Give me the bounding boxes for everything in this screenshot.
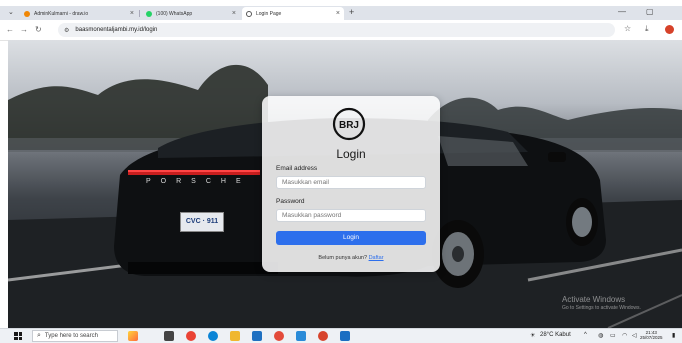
watermark-subtitle: Go to Settings to activate Windows. <box>562 305 641 311</box>
tab-label: AdminKulmarni - draw.io <box>34 10 89 17</box>
tab-divider <box>139 10 140 17</box>
widget-icon[interactable] <box>128 331 138 341</box>
globe-icon <box>246 10 252 17</box>
new-tab-button[interactable]: + <box>349 7 354 17</box>
profile-avatar[interactable] <box>665 25 674 34</box>
close-icon[interactable]: × <box>336 10 340 17</box>
car-plate: CVC · 911 <box>180 212 224 232</box>
tab-search-chevron-icon[interactable]: ⌄ <box>8 8 14 16</box>
chrome-pinned-icon[interactable] <box>318 331 328 341</box>
task-view-icon[interactable] <box>164 331 174 341</box>
car-brand-text: PORSCHE <box>146 178 251 185</box>
windows-start-icon[interactable] <box>14 332 22 340</box>
taskbar-search[interactable]: ⌕ Type here to search <box>32 330 118 342</box>
url-text: baasmonentaljambi.my.id/login <box>75 27 158 33</box>
tab-label: Login Page <box>256 10 282 17</box>
register-link[interactable]: Daftar <box>369 255 384 261</box>
tab-login-page[interactable]: Login Page × <box>242 7 344 20</box>
email-field[interactable] <box>276 176 426 189</box>
tab-drawio[interactable]: AdminKulmarni - draw.io × <box>20 7 138 20</box>
forward-icon[interactable]: → <box>20 25 28 34</box>
whatsapp-icon <box>146 10 152 17</box>
search-icon: ⌕ <box>37 332 41 339</box>
store-icon[interactable] <box>252 331 262 341</box>
close-icon[interactable]: × <box>130 10 134 17</box>
notification-icon[interactable]: ▮ <box>672 332 675 339</box>
register-prompt: Belum punya akun? Daftar <box>262 255 440 261</box>
back-icon[interactable]: ← <box>6 25 14 34</box>
page-title: Login <box>336 147 366 161</box>
address-bar: ← → ↻ ⚙ baasmonentaljambi.my.id/login ☆ … <box>0 20 682 41</box>
tab-bar: ⌄ AdminKulmarni - draw.io × (100) WhatsA… <box>0 6 682 20</box>
password-label: Password <box>276 198 305 205</box>
download-icon[interactable]: ⤓ <box>645 24 649 34</box>
login-button[interactable]: Login <box>276 231 426 245</box>
clock[interactable]: 21:43 25/07/2025 <box>640 330 663 340</box>
bookmark-star-icon[interactable]: ☆ <box>624 24 631 33</box>
chrome-icon[interactable] <box>186 331 196 341</box>
tray-chevron-icon[interactable]: ^ <box>584 332 587 338</box>
volume-icon[interactable]: ◁ <box>632 332 637 339</box>
network-icon[interactable]: ◍ <box>598 332 603 339</box>
logo-text: BRJ <box>339 120 359 131</box>
close-icon[interactable]: × <box>232 10 236 17</box>
reload-icon[interactable]: ↻ <box>35 25 42 34</box>
register-prompt-text: Belum punya akun? <box>318 255 368 261</box>
activate-windows-watermark: Activate Windows Go to Settings to activ… <box>562 295 641 311</box>
wifi-icon[interactable]: ◠ <box>622 332 627 339</box>
clock-date: 25/07/2025 <box>640 335 663 340</box>
taskbar: ⌕ Type here to search ☀ 28°C Kabut ^ ◍ ▭… <box>0 328 682 343</box>
app-icon[interactable] <box>274 331 284 341</box>
weather-text[interactable]: 28°C Kabut <box>540 332 571 338</box>
password-field[interactable] <box>276 209 426 222</box>
brand-logo: BRJ <box>332 107 366 141</box>
weather-icon[interactable]: ☀ <box>530 332 535 339</box>
taskbar-search-text: Type here to search <box>44 333 98 339</box>
maximize-button[interactable]: ▢ <box>646 7 654 16</box>
minimize-button[interactable]: — <box>618 7 626 16</box>
email-label: Email address <box>276 165 318 172</box>
login-card: BRJ Login Email address Password Login B… <box>262 96 440 272</box>
file-explorer-icon[interactable] <box>230 331 240 341</box>
tab-whatsapp[interactable]: (100) WhatsApp × <box>142 7 240 20</box>
site-settings-icon[interactable]: ⚙ <box>64 27 69 34</box>
mail-icon[interactable] <box>340 331 350 341</box>
vscode-icon[interactable] <box>296 331 306 341</box>
edge-icon[interactable] <box>208 331 218 341</box>
tab-label: (100) WhatsApp <box>156 10 193 17</box>
url-field[interactable]: ⚙ baasmonentaljambi.my.id/login <box>58 23 615 37</box>
watermark-title: Activate Windows <box>562 295 626 304</box>
drawio-icon <box>24 10 30 17</box>
battery-icon[interactable]: ▭ <box>610 332 616 339</box>
